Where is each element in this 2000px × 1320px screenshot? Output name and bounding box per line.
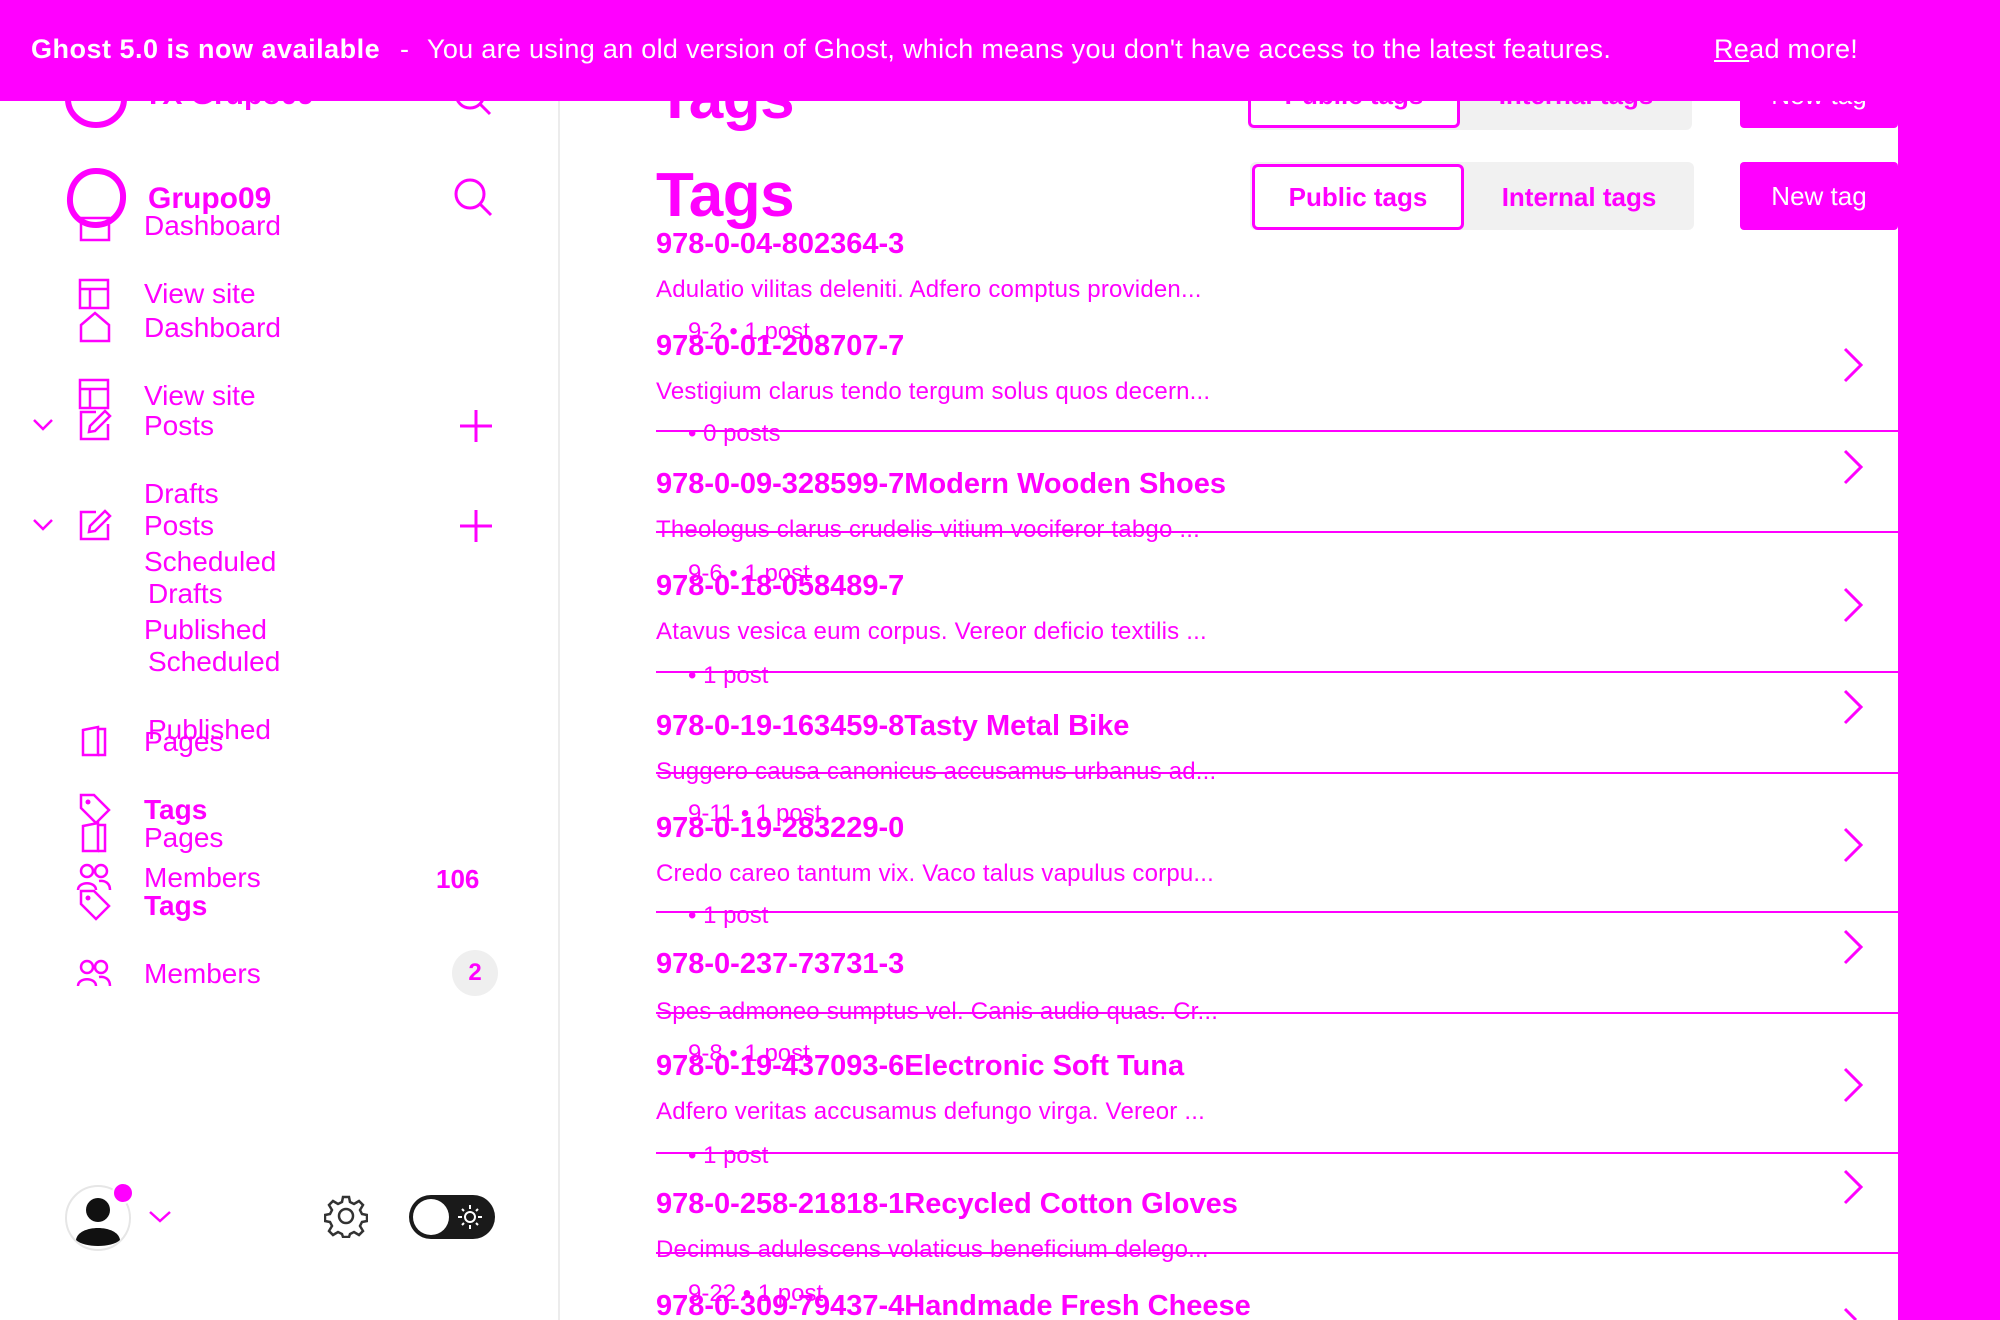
plus-icon-ghost [458, 408, 494, 449]
row-divider [656, 772, 1898, 774]
nav-drafts-ghost: Drafts [144, 478, 219, 509]
tag-name[interactable]: 978-0-258-21818-1Recycled Cotton Gloves [656, 1188, 1238, 1221]
page-icon [80, 820, 108, 859]
tab-group: Public tags Internal tags [1250, 162, 1694, 230]
tag-description: Vestigium clarus tendo tergum solus quos… [656, 378, 1211, 405]
chevron-right-icon[interactable] [1842, 1066, 1864, 1109]
new-tag-button[interactable]: New tag [1740, 162, 1898, 230]
row-divider [656, 1252, 1898, 1254]
tag-description: Theologus clarus crudelis vitium vocifer… [656, 516, 1200, 543]
tag-meta: • 0 posts [688, 420, 781, 447]
home-icon-ghost [78, 214, 112, 247]
tag-name[interactable]: 978-0-09-328599-7Modern Wooden Shoes [656, 468, 1226, 501]
tag-name[interactable]: 978-0-19-437093-6Electronic Soft Tuna [656, 1050, 1184, 1083]
chevron-right-icon[interactable] [1842, 586, 1864, 629]
chevron-down-icon-ghost [32, 418, 54, 437]
nav-posts[interactable]: Posts [144, 510, 214, 542]
tag-description: Decimus adulescens volaticus beneficium … [656, 1236, 1209, 1263]
read-more-link[interactable]: Read more! [1714, 34, 1858, 65]
nav-view-site[interactable]: View site [144, 380, 256, 412]
nav-dashboard[interactable]: Dashboard [144, 312, 281, 344]
row-divider [656, 671, 1898, 673]
tag-description: Atavus vesica eum corpus. Vereor deficio… [656, 618, 1207, 645]
home-icon [78, 310, 112, 349]
right-edge-panel [1898, 0, 2000, 1320]
members-icon [76, 958, 112, 993]
layout-icon [78, 378, 110, 415]
tag-description: Adfero veritas accusamus defungo virga. … [656, 1098, 1205, 1125]
nav-published[interactable]: Published [148, 714, 271, 746]
row-divider [656, 1152, 1898, 1154]
chevron-right-icon[interactable] [1842, 688, 1864, 731]
avatar[interactable] [64, 1180, 136, 1257]
tab-public-tags[interactable]: Public tags [1252, 164, 1464, 230]
page-icon-ghost [80, 724, 108, 763]
banner-message: You are using an old version of Ghost, w… [427, 34, 1612, 64]
row-divider [656, 911, 1898, 913]
nav-view-site-ghost: View site [144, 278, 256, 309]
read-more-link-underlined[interactable]: Re [1714, 34, 1749, 64]
add-post-plus-icon[interactable] [458, 508, 494, 549]
read-more-link-rest[interactable]: ad more! [1749, 34, 1858, 64]
nav-scheduled[interactable]: Scheduled [148, 646, 280, 678]
chevron-right-icon[interactable] [1842, 346, 1864, 389]
tag-description: Adulatio vilitas deleniti. Adfero comptu… [656, 276, 1202, 303]
nav-published-ghost: Published [144, 614, 267, 645]
page-title: Tags [656, 161, 795, 230]
nav-pages[interactable]: Pages [144, 822, 223, 854]
row-divider [656, 531, 1898, 533]
chevron-right-icon[interactable] [1842, 826, 1864, 869]
user-menu-chevron-icon[interactable] [148, 1210, 172, 1229]
tag-name[interactable]: 978-0-01-208707-7 [656, 330, 904, 363]
nav-drafts[interactable]: Drafts [148, 578, 223, 610]
chevron-right-icon[interactable] [1842, 928, 1864, 971]
edit-icon [78, 508, 112, 547]
nav-tags[interactable]: Tags [144, 890, 207, 922]
update-banner: Ghost 5.0 is now available - You are usi… [0, 0, 2000, 101]
members-count-ghost: 106 [436, 864, 480, 894]
row-divider [656, 430, 1898, 432]
search-icon[interactable] [452, 176, 494, 223]
tag-name[interactable]: 978-0-237-73731-3 [656, 948, 904, 981]
row-divider [656, 1012, 1898, 1014]
nav-dashboard-ghost: Dashboard [144, 210, 281, 241]
tag-meta: • 1 post [688, 902, 769, 929]
tag-name[interactable]: 978-0-04-802364-3 [656, 228, 904, 261]
chevron-right-icon[interactable] [1842, 448, 1864, 491]
tag-meta: • 1 post [688, 1142, 769, 1169]
tag-description: Credo careo tantum vix. Vaco talus vapul… [656, 860, 1215, 887]
nav-scheduled-ghost: Scheduled [144, 546, 277, 577]
tag-icon [78, 888, 112, 927]
sidebar: TX Grupo09 Grupo09 Dashboard View site P… [0, 0, 560, 1320]
tag-meta: • 1 post [688, 662, 769, 689]
tag-name[interactable]: 978-0-309-79437-4Handmade Fresh Cheese [656, 1290, 1251, 1320]
nav-posts-ghost: Posts [144, 410, 215, 441]
chevron-right-icon[interactable] [1842, 1306, 1864, 1320]
banner-title: Ghost 5.0 is now available [31, 34, 381, 64]
theme-toggle[interactable] [408, 1194, 496, 1245]
nav-members[interactable]: Members [144, 958, 261, 990]
members-count-badge: 2 [452, 950, 498, 996]
tag-name[interactable]: 978-0-19-163459-8Tasty Metal Bike [656, 710, 1129, 743]
chevron-right-icon[interactable] [1842, 1168, 1864, 1211]
tag-name[interactable]: 978-0-18-058489-7 [656, 570, 904, 603]
chevron-down-icon[interactable] [32, 518, 54, 537]
tag-name[interactable]: 978-0-19-283229-0 [656, 812, 904, 845]
banner-separator: - [400, 34, 409, 64]
gear-icon[interactable] [323, 1194, 369, 1243]
tab-internal-tags[interactable]: Internal tags [1464, 164, 1694, 230]
